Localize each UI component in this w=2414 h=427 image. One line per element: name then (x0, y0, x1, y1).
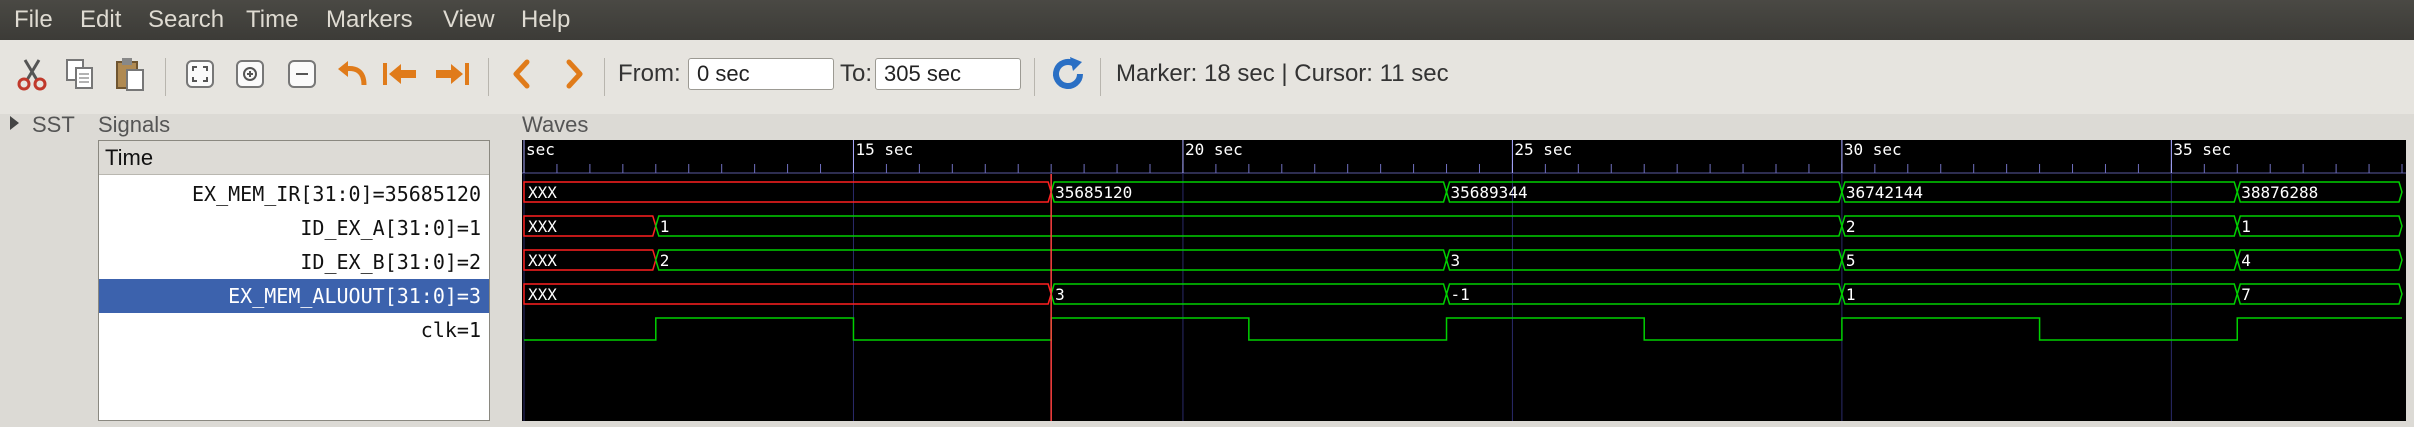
bus-value-label: 3 (1451, 251, 1461, 270)
time-ruler (522, 140, 2406, 174)
from-input[interactable] (688, 58, 834, 90)
bus-value-label: XXX (528, 217, 557, 236)
waves-title: Waves (522, 112, 589, 137)
signal-row-ex-mem-ir[interactable]: EX_MEM_IR[31:0]=35685120 (99, 177, 489, 211)
bus-segment-ex_mem_ir (523, 181, 1052, 203)
zoom-in-icon[interactable] (230, 54, 270, 94)
undo-zoom-icon[interactable] (332, 54, 372, 94)
bus-segment-ex_mem_aluout (2236, 283, 2403, 305)
to-input[interactable] (875, 58, 1021, 90)
zoom-to-end-icon[interactable] (432, 54, 472, 94)
zoom-to-start-icon[interactable] (380, 54, 420, 94)
paste-icon[interactable] (110, 54, 150, 94)
bus-segment-ex_mem_aluout (1050, 283, 1448, 305)
tick-label: 20 sec (1185, 140, 1243, 159)
tick-label: 15 sec (855, 140, 913, 159)
bus-value-label: -1 (1451, 285, 1470, 304)
bus-value-label: 1 (2241, 217, 2251, 236)
marker-cursor-status: Marker: 18 sec | Cursor: 11 sec (1116, 60, 1449, 87)
menu-view[interactable]: View (443, 6, 495, 34)
tick-label: 25 sec (1514, 140, 1572, 159)
bus-value-label: 38876288 (2241, 183, 2318, 202)
signal-row-id-ex-a[interactable]: ID_EX_A[31:0]=1 (99, 211, 489, 245)
expand-arrow-icon[interactable] (10, 116, 19, 130)
signal-label: EX_MEM_IR[31:0]=35685120 (192, 182, 481, 206)
zoom-out-icon[interactable] (282, 54, 322, 94)
tick-label: 30 sec (1844, 140, 1902, 159)
menu-file[interactable]: File (14, 6, 53, 34)
menu-time[interactable]: Time (246, 6, 298, 34)
bus-segment-id_ex_b (2236, 249, 2403, 271)
menu-help[interactable]: Help (521, 6, 570, 34)
bus-value-label: 5 (1846, 251, 1856, 270)
to-label: To: (840, 60, 873, 87)
bus-segment-ex_mem_aluout (1445, 283, 1843, 305)
signal-label: ID_EX_B[31:0]=2 (300, 250, 481, 274)
zoom-fit-icon[interactable] (180, 54, 220, 94)
time-header: Time (99, 141, 489, 175)
bus-segment-ex_mem_aluout (1841, 283, 2239, 305)
bus-segment-id_ex_b (1445, 249, 1843, 271)
bus-value-label: XXX (528, 251, 557, 270)
bus-value-label: 35685120 (1055, 183, 1132, 202)
bus-segment-id_ex_b (1841, 249, 2239, 271)
bus-value-label: XXX (528, 285, 557, 304)
signals-title: Signals (98, 112, 171, 137)
signal-label: clk=1 (420, 318, 481, 342)
bus-value-label: 1 (660, 217, 670, 236)
tick-label: sec (526, 140, 555, 159)
signal-row-ex-mem-aluout[interactable]: EX_MEM_ALUOUT[31:0]=3 (99, 279, 489, 313)
next-edge-icon[interactable] (554, 54, 594, 94)
bus-value-label: 2 (660, 251, 670, 270)
menu-search[interactable]: Search (148, 6, 224, 34)
bus-value-label: 4 (2241, 251, 2251, 270)
bus-value-label: 7 (2241, 285, 2251, 304)
bus-value-label: 1 (1846, 285, 1856, 304)
bus-value-label: 36742144 (1846, 183, 1923, 202)
bus-value-label: XXX (528, 183, 557, 202)
menu-edit[interactable]: Edit (80, 6, 121, 34)
prev-edge-icon[interactable] (502, 54, 542, 94)
signal-label: ID_EX_A[31:0]=1 (300, 216, 481, 240)
cut-icon[interactable] (12, 54, 52, 94)
menu-bar: File Edit Search Time Markers View Help (0, 0, 2414, 40)
from-label: From: (618, 60, 681, 87)
bus-segment-id_ex_a (2236, 215, 2403, 237)
clk-waveform (524, 317, 2402, 341)
waveform-canvas[interactable]: sec 15 sec 20 sec 25 sec 30 sec 35 sec XXX 3568… (522, 140, 2406, 421)
signal-row-clk[interactable]: clk=1 (99, 313, 489, 347)
signal-label: EX_MEM_ALUOUT[31:0]=3 (228, 284, 481, 308)
bus-value-label: 2 (1846, 217, 1856, 236)
reload-icon[interactable] (1048, 54, 1088, 94)
bus-segment-ex_mem_aluout (523, 283, 1052, 305)
sst-label[interactable]: SST (32, 112, 75, 138)
waves-pane[interactable]: sec 15 sec 20 sec 25 sec 30 sec 35 sec XXX 3568… (522, 140, 2406, 421)
toolbar: From: To: Marker: 18 sec | Cursor: 11 se… (0, 40, 2414, 114)
bus-value-label: 3 (1055, 285, 1065, 304)
copy-icon[interactable] (60, 54, 100, 94)
bus-segment-id_ex_a (655, 215, 1843, 237)
signal-row-id-ex-b[interactable]: ID_EX_B[31:0]=2 (99, 245, 489, 279)
tick-label: 35 sec (2173, 140, 2231, 159)
menu-markers[interactable]: Markers (326, 6, 413, 34)
signals-pane: Time EX_MEM_IR[31:0]=35685120 ID_EX_A[31… (98, 140, 490, 421)
bus-value-label: 35689344 (1451, 183, 1528, 202)
bus-segment-id_ex_a (1841, 215, 2239, 237)
